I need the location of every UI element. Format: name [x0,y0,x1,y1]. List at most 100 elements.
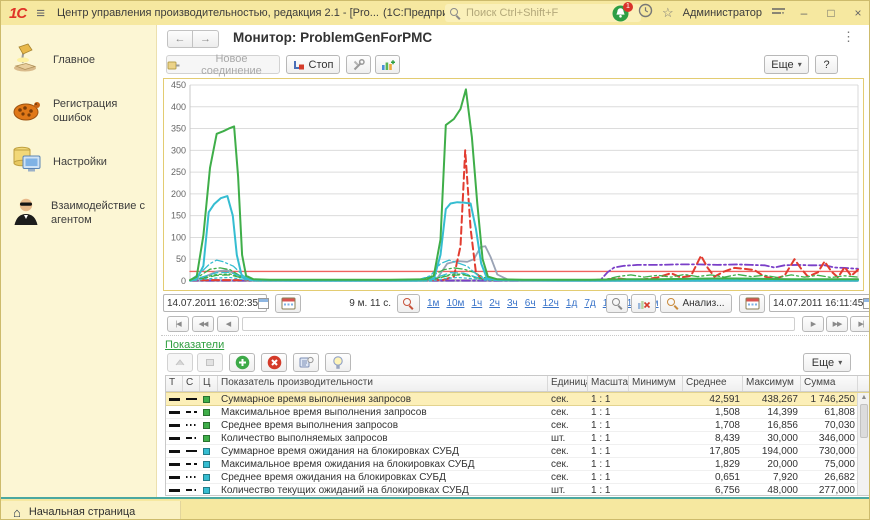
minimize-button[interactable]: – [795,6,813,20]
table-row[interactable]: Суммарное время выполнения запросовсек.1… [166,392,870,406]
go-last-button[interactable]: ▶| [850,316,870,332]
range-link-7[interactable]: 1д [566,298,577,309]
indicators-more-label: Еще [812,357,834,369]
range-link-6[interactable]: 12ч [543,298,559,309]
home-icon: ⌂ [13,505,21,520]
calendar-icon[interactable] [863,298,870,309]
sidebar-item-0[interactable]: Главное [1,35,156,86]
range-link-5[interactable]: 6ч [525,298,536,309]
history-button[interactable] [638,3,653,23]
cell-unit: сек. [548,471,588,483]
scroll-up-icon[interactable]: ▲ [858,393,870,403]
y-tick-label: 50 [176,254,186,264]
column-header-4[interactable]: Единица [548,376,588,391]
tools-button[interactable] [346,55,371,74]
fast-back-button[interactable]: ◀◀ [192,316,214,332]
indicators-link[interactable]: Показатели [165,339,224,351]
back-button[interactable]: ← [167,30,193,48]
indicators-more-button[interactable]: Еще ▾ [803,353,851,372]
column-header-7[interactable]: Среднее [683,376,743,391]
move-down-button[interactable] [197,353,223,372]
step-forward-button[interactable]: ▶ [802,316,824,332]
line-style-sample [183,432,200,444]
home-tab-label: Начальная страница [29,506,135,518]
column-header-6[interactable]: Минимум [629,376,683,391]
chart-series-9 [190,260,858,280]
help-button[interactable]: ? [815,55,838,74]
new-connection-button[interactable]: Новое соединение [166,55,280,74]
performance-chart[interactable]: 050100150200250300350400450 [163,78,864,291]
period-end-value: 14.07.2011 16:11:45 [773,298,863,309]
stop-button[interactable]: Стоп [286,55,340,74]
column-header-9[interactable]: Сумма [801,376,858,391]
column-header-3[interactable]: Показатель производительности [218,376,548,391]
range-link-2[interactable]: 1ч [471,298,482,309]
period-start-input[interactable]: 14.07.2011 16:02:35 [163,294,267,312]
cell-unit: шт. [548,484,588,496]
move-up-button[interactable] [167,353,193,372]
maximize-button[interactable]: □ [822,6,840,20]
sidebar-item-2[interactable]: Настройки [1,137,156,188]
table-row[interactable]: Среднее время выполнения запросовсек.1 :… [166,419,870,432]
go-first-button[interactable]: |◀ [167,316,189,332]
column-header-1[interactable]: С [183,376,200,391]
sidebar-item-1[interactable]: Регистрация ошибок [1,86,156,137]
period-select-button-end[interactable] [739,294,765,313]
notifications-button[interactable]: 1 [612,5,629,22]
cell-max: 14,399 [743,406,801,418]
period-end-input[interactable]: 14.07.2011 16:11:45 [769,294,870,312]
range-link-4[interactable]: 3ч [507,298,518,309]
close-button[interactable]: × [849,6,867,20]
analyze-button[interactable]: Анализ... [660,294,732,313]
column-header-2[interactable]: Ц [200,376,218,391]
open-windows-bar: ⌂ Начальная страница [1,497,870,520]
step-back-button[interactable]: ◀ [217,316,239,332]
calendar-icon[interactable] [258,298,269,309]
calendar-book-icon [745,297,760,310]
y-tick-label: 400 [171,102,186,112]
hint-button[interactable] [325,353,351,372]
range-link-1[interactable]: 10м [446,298,464,309]
table-scrollbar[interactable]: ▲ [857,393,870,495]
column-header-8[interactable]: Максимум [743,376,801,391]
column-header-0[interactable]: Т [166,376,183,391]
zoom-out-button[interactable] [606,294,628,313]
table-row[interactable]: Максимальное время ожидания на блокировк… [166,458,870,471]
range-link-8[interactable]: 7д [584,298,595,309]
properties-button[interactable] [293,353,319,372]
main-menu-icon[interactable]: ≡ [36,5,45,22]
table-row[interactable]: Среднее время ожидания на блокировках СУ… [166,471,870,484]
pager-track[interactable] [242,317,795,331]
fast-forward-button[interactable]: ▶▶ [826,316,848,332]
favorites-icon[interactable]: ☆ [662,5,674,21]
range-link-0[interactable]: 1м [427,298,439,309]
settings-menu-icon[interactable] [771,4,786,22]
line-color-sample [200,471,218,483]
range-link-3[interactable]: 2ч [489,298,500,309]
chart-series-11 [190,89,858,280]
scrollbar-thumb[interactable] [860,404,868,438]
forward-button[interactable]: → [193,30,219,48]
table-row[interactable]: Количество текущих ожиданий на блокировк… [166,484,870,496]
add-indicator-button[interactable] [229,353,255,372]
chart-settings-button[interactable] [375,55,400,74]
sidebar-item-3[interactable]: Взаимодействие с агентом [1,188,156,239]
table-row[interactable]: Количество выполняемых запросовшт.1 : 18… [166,432,870,445]
period-select-button[interactable] [275,294,301,313]
form-menu-icon[interactable]: ⋮ [842,29,855,45]
table-row[interactable]: Суммарное время ожидания на блокировках … [166,445,870,458]
clear-chart-button[interactable] [631,294,656,313]
sidebar-item-label: Регистрация ошибок [53,98,150,126]
user-name[interactable]: Администратор [683,7,762,19]
table-row[interactable]: Максимальное время выполнения запросовсе… [166,406,870,419]
zoom-in-button[interactable] [397,294,420,313]
delete-icon [267,355,282,370]
zoom-out-icon [612,298,623,309]
column-header-5[interactable]: Масштаб [588,376,629,391]
line-style-sample [183,471,200,483]
line-style-sample [183,458,200,470]
delete-indicator-button[interactable] [261,353,287,372]
tab-home-page[interactable]: ⌂ Начальная страница [1,501,181,520]
sidebar-item-label: Настройки [53,156,107,170]
more-button[interactable]: Еще ▾ [764,55,809,74]
